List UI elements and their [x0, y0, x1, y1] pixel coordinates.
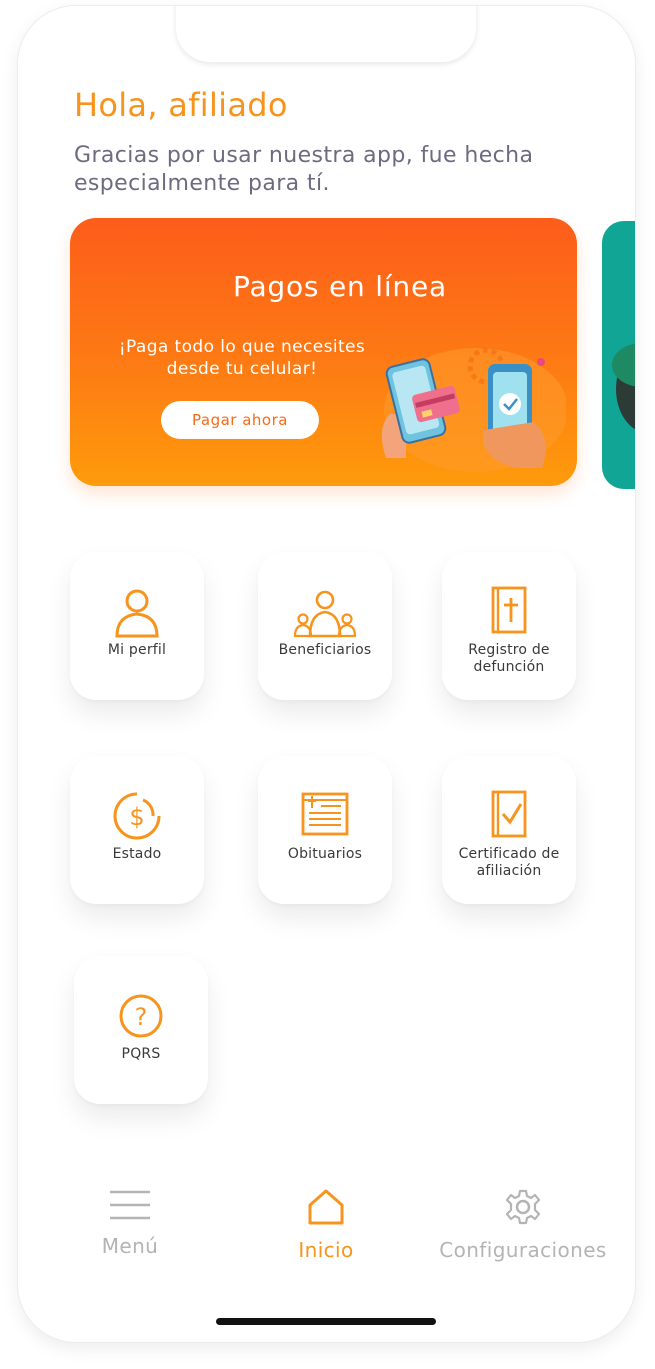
tile-label: Estado: [112, 846, 162, 862]
nav-menu[interactable]: Menú: [80, 1188, 180, 1258]
nav-home-label: Inicio: [298, 1238, 354, 1262]
nav-settings[interactable]: Configuraciones: [428, 1188, 618, 1262]
phone-payment-illustration: [381, 347, 566, 472]
tile-label: PQRS: [121, 1046, 161, 1062]
tile-label: Mi perfil: [107, 642, 167, 658]
tile-label: Certificado de afiliación: [458, 846, 560, 879]
tile-certificado-afiliacion[interactable]: Certificado de afiliación: [442, 756, 576, 904]
pay-now-button[interactable]: Pagar ahora: [161, 401, 319, 439]
question-icon: ?: [119, 994, 163, 1038]
phone-frame: Hola, afiliado Gracias por usar nuestra …: [18, 6, 635, 1342]
certificate-icon: [491, 790, 527, 838]
tile-pqrs[interactable]: ? PQRS: [74, 956, 208, 1104]
svg-text:$: $: [129, 803, 144, 831]
svg-text:?: ?: [135, 1003, 148, 1031]
next-banner-illustration: [612, 343, 635, 430]
obituary-icon: [301, 792, 349, 836]
tile-beneficiarios[interactable]: Beneficiarios: [258, 552, 392, 700]
banner-description: ¡Paga todo lo que necesites desde tu cel…: [118, 337, 366, 379]
tile-obituarios[interactable]: Obituarios: [258, 756, 392, 904]
next-banner-card[interactable]: [602, 221, 635, 489]
beneficiaries-icon: [293, 590, 357, 638]
tile-label: Registro de defunción: [468, 642, 550, 675]
death-record-icon: [491, 586, 527, 634]
nav-home[interactable]: Inicio: [276, 1188, 376, 1262]
tile-estado[interactable]: $ Estado: [70, 756, 204, 904]
nav-menu-label: Menú: [101, 1234, 159, 1258]
dollar-status-icon: $: [113, 792, 161, 840]
home-icon: [308, 1189, 344, 1225]
greeting-subtitle: Gracias por usar nuestra app, fue hecha …: [74, 143, 534, 196]
tile-label: Obituarios: [287, 846, 363, 862]
online-payments-banner[interactable]: Pagos en línea ¡Paga todo lo que necesit…: [70, 218, 577, 486]
gear-icon: [505, 1189, 541, 1225]
greeting-title: Hola, afiliado: [74, 86, 288, 124]
tile-label: Beneficiarios: [278, 642, 372, 658]
tile-registro-defuncion[interactable]: Registro de defunción: [442, 552, 576, 700]
bottom-navigation: Menú Inicio Configuraciones: [18, 1156, 635, 1276]
user-icon: [115, 589, 159, 638]
banner-title: Pagos en línea: [233, 270, 447, 303]
device-notch: [176, 6, 476, 62]
hamburger-menu-icon: [110, 1190, 150, 1220]
home-indicator-bar[interactable]: [216, 1318, 436, 1325]
nav-settings-label: Configuraciones: [439, 1238, 607, 1262]
tile-mi-perfil[interactable]: Mi perfil: [70, 552, 204, 700]
